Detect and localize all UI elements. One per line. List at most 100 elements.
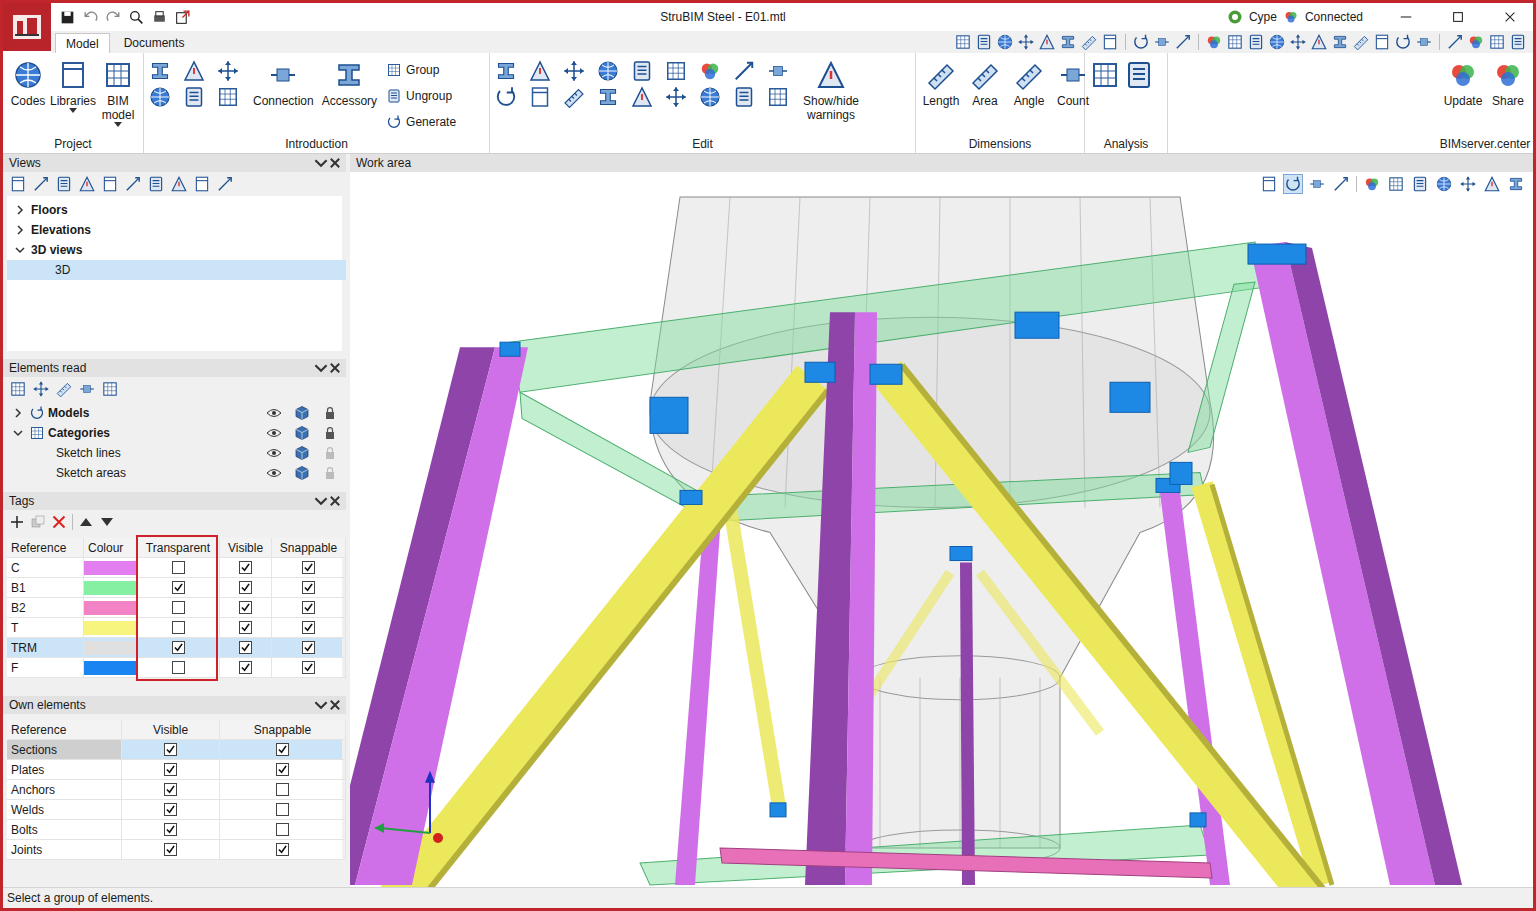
cube-icon[interactable] bbox=[294, 405, 310, 421]
ribbon-button-label[interactable]: Area bbox=[970, 94, 1000, 108]
visible-cell[interactable] bbox=[122, 800, 220, 820]
ribbon-button[interactable]: Accessory bbox=[319, 59, 380, 108]
edit-tool-icon[interactable] bbox=[596, 85, 620, 109]
ribbon-button[interactable]: Update bbox=[1441, 59, 1485, 108]
view-tool-icon[interactable] bbox=[1488, 33, 1506, 51]
tree-item-label[interactable]: 3D bbox=[55, 263, 70, 277]
colour-cell[interactable] bbox=[84, 618, 137, 638]
edit-tool-icon[interactable] bbox=[766, 85, 790, 109]
edit-tool-icon[interactable] bbox=[562, 59, 586, 83]
column-header[interactable]: Reference bbox=[7, 720, 122, 740]
checkbox[interactable] bbox=[164, 823, 177, 836]
export-icon[interactable] bbox=[174, 9, 191, 26]
edit-tool-icon[interactable] bbox=[528, 59, 552, 83]
snappable-cell[interactable] bbox=[272, 598, 346, 618]
snappable-cell[interactable] bbox=[272, 658, 346, 678]
checkbox[interactable] bbox=[164, 843, 177, 856]
table-row[interactable]: Bolts bbox=[7, 820, 342, 840]
table-row[interactable]: F bbox=[7, 658, 342, 678]
expanded-chevron-icon[interactable] bbox=[15, 245, 25, 255]
view-tool-icon[interactable] bbox=[1059, 33, 1077, 51]
tree-item[interactable]: Elevations bbox=[7, 220, 331, 240]
checkbox[interactable] bbox=[239, 641, 252, 654]
view-tool-icon[interactable] bbox=[1226, 33, 1244, 51]
bimserver-status-icon[interactable] bbox=[1283, 9, 1299, 25]
small-ribbon-button[interactable]: Generate bbox=[386, 111, 456, 133]
checkbox[interactable] bbox=[276, 843, 289, 856]
ribbon-button-label[interactable]: Length bbox=[923, 94, 960, 108]
reference-cell[interactable]: B1 bbox=[7, 578, 84, 598]
view-tool-icon[interactable] bbox=[1205, 33, 1223, 51]
account-name[interactable]: Cype bbox=[1249, 10, 1277, 24]
reference-cell[interactable]: C bbox=[7, 558, 84, 578]
colour-cell[interactable] bbox=[84, 638, 137, 658]
panel-tool-icon[interactable] bbox=[78, 175, 96, 193]
ribbon-button[interactable]: Connection bbox=[250, 59, 317, 108]
checkbox[interactable] bbox=[276, 743, 289, 756]
small-ribbon-button[interactable]: Ungroup bbox=[386, 85, 456, 107]
ribbon-button[interactable]: Show/hide warnings bbox=[800, 59, 862, 122]
window-control-button[interactable] bbox=[1383, 3, 1429, 31]
view-tool-icon[interactable] bbox=[975, 33, 993, 51]
group-tool-icon[interactable] bbox=[386, 88, 402, 104]
transparent-cell[interactable] bbox=[137, 598, 220, 618]
ribbon-button-icon[interactable] bbox=[969, 59, 1001, 91]
snappable-cell[interactable] bbox=[220, 780, 346, 800]
table-row[interactable]: B1 bbox=[7, 578, 342, 598]
tree-item[interactable]: Floors bbox=[7, 200, 331, 220]
table-row[interactable]: TRM bbox=[7, 638, 342, 658]
tree-item-label[interactable]: Categories bbox=[48, 426, 110, 440]
edit-tool-icon[interactable] bbox=[766, 59, 790, 83]
display-mode-icon[interactable] bbox=[1411, 175, 1429, 193]
collapse-icon[interactable] bbox=[314, 156, 328, 170]
snappable-cell[interactable] bbox=[272, 638, 346, 658]
panel-tool-icon[interactable] bbox=[101, 380, 119, 398]
display-mode-icon[interactable] bbox=[1332, 175, 1350, 193]
snappable-cell[interactable] bbox=[272, 618, 346, 638]
visibility-eye-icon[interactable] bbox=[266, 405, 282, 421]
small-ribbon-button[interactable]: Group bbox=[386, 59, 456, 81]
ribbon-button-label[interactable]: Codes bbox=[11, 94, 46, 108]
colour-swatch[interactable] bbox=[84, 581, 136, 595]
checkbox[interactable] bbox=[172, 641, 185, 654]
close-icon[interactable] bbox=[1496, 3, 1524, 31]
edit-tool-icon[interactable] bbox=[494, 85, 518, 109]
checkbox[interactable] bbox=[276, 763, 289, 776]
table-row[interactable]: T bbox=[7, 618, 342, 638]
transparent-cell[interactable] bbox=[137, 638, 220, 658]
ribbon-button-icon[interactable] bbox=[102, 59, 134, 91]
window-control-button[interactable] bbox=[1435, 3, 1481, 31]
view-tool-icon[interactable] bbox=[1352, 33, 1370, 51]
checkbox[interactable] bbox=[239, 601, 252, 614]
add-icon[interactable] bbox=[9, 514, 25, 530]
visibility-eye-icon[interactable] bbox=[266, 465, 282, 481]
ribbon-button-icon[interactable] bbox=[1492, 59, 1524, 91]
snappable-cell[interactable] bbox=[220, 760, 346, 780]
view-tool-icon[interactable] bbox=[1310, 33, 1328, 51]
view-tool-icon[interactable] bbox=[1415, 33, 1433, 51]
checkbox[interactable] bbox=[172, 601, 185, 614]
reference-cell[interactable]: Plates bbox=[7, 760, 122, 780]
display-mode-icon[interactable] bbox=[1483, 175, 1501, 193]
ribbon-button-label[interactable]: Angle bbox=[1014, 94, 1045, 108]
ribbon-button-label[interactable]: Show/hide warnings bbox=[803, 94, 859, 122]
collapsed-chevron-icon[interactable] bbox=[15, 225, 25, 235]
checkbox[interactable] bbox=[302, 581, 315, 594]
ribbon-button-label[interactable]: Share bbox=[1492, 94, 1524, 108]
edit-tool-icon[interactable] bbox=[698, 59, 722, 83]
visibility-eye-icon[interactable] bbox=[266, 445, 282, 461]
save-icon[interactable] bbox=[59, 9, 76, 26]
edit-tool-icon[interactable] bbox=[562, 85, 586, 109]
snappable-cell[interactable] bbox=[272, 578, 346, 598]
column-label[interactable]: Reference bbox=[11, 541, 66, 555]
edit-tool-icon[interactable] bbox=[494, 59, 518, 83]
view-tool-icon[interactable] bbox=[1080, 33, 1098, 51]
model-3d-view[interactable] bbox=[350, 196, 1533, 887]
column-header[interactable]: Snappable bbox=[272, 538, 346, 558]
visible-cell[interactable] bbox=[220, 578, 272, 598]
view-tool-icon[interactable] bbox=[996, 33, 1014, 51]
edit-tool-icon[interactable] bbox=[664, 59, 688, 83]
edit-tool-icon[interactable] bbox=[664, 85, 688, 109]
column-header[interactable]: Colour bbox=[84, 538, 137, 558]
view-tool-icon[interactable] bbox=[1509, 33, 1527, 51]
